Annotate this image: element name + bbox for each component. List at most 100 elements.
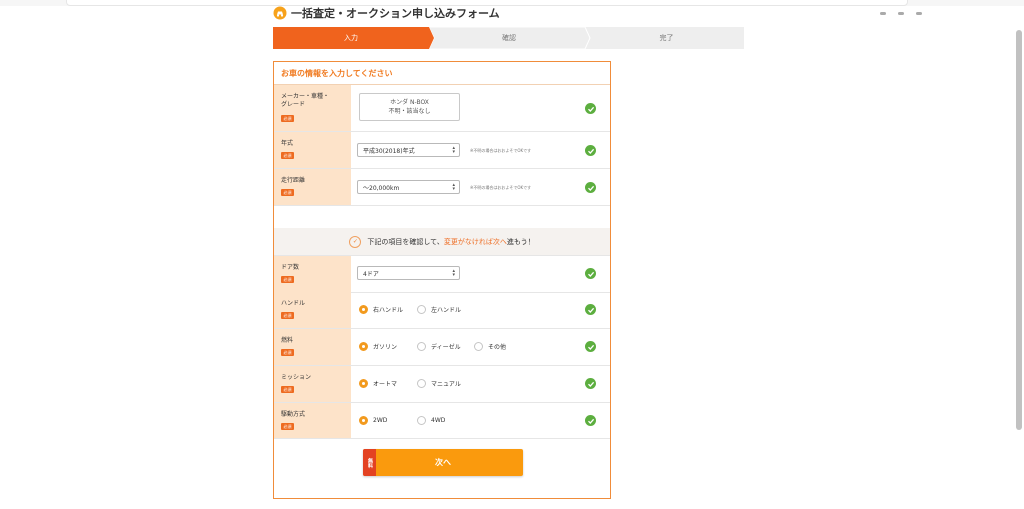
- check-icon: [585, 304, 596, 315]
- radio-unselected: [417, 305, 426, 314]
- required-badge: 必須: [281, 115, 294, 122]
- radio-selected: [359, 305, 368, 314]
- maker-select-box[interactable]: ホンダ N-BOX 不明・該当なし: [359, 93, 460, 121]
- mission-label: ミッション: [281, 374, 312, 381]
- select-arrows-icon: ▴ ▾: [452, 268, 455, 278]
- check-icon: [585, 103, 596, 114]
- year-label-cell: 年式 必須: [274, 132, 351, 168]
- option-label: ディーゼル: [431, 344, 461, 351]
- car-logo-icon: [273, 6, 287, 20]
- next-button-label: 次へ: [435, 458, 451, 467]
- step-confirm: 確認: [502, 34, 516, 42]
- maker-label-line2: グレード: [281, 101, 306, 108]
- mission-row: ミッション 必須 オートマ マニュアル: [274, 366, 610, 403]
- year-select[interactable]: 平成30(2018)年式 ▴ ▾: [357, 143, 460, 157]
- mileage-select[interactable]: 〜20,000km ▴ ▾: [357, 180, 460, 194]
- radio-selected: [359, 416, 368, 425]
- drive-label: 駆動方式: [281, 411, 306, 418]
- radio-unselected: [417, 379, 426, 388]
- required-badge: 必須: [281, 276, 294, 283]
- year-note: ※不明の場合はおおよそでOKです: [470, 148, 532, 153]
- next-button[interactable]: 無料 次へ: [363, 449, 523, 476]
- radio-unselected: [417, 342, 426, 351]
- mileage-label-cell: 走行距離 必須: [274, 169, 351, 205]
- toolbar-icons: [880, 0, 980, 15]
- browser-toolbar: [0, 0, 1024, 15]
- required-badge: 必須: [281, 386, 294, 393]
- option-label: 4WD: [431, 417, 446, 424]
- radio-unselected: [417, 416, 426, 425]
- handle-option-right[interactable]: 右ハンドル: [359, 305, 403, 314]
- required-badge: 必須: [281, 189, 294, 196]
- option-label: ガソリン: [373, 344, 398, 351]
- check-icon: [585, 182, 596, 193]
- mission-label-cell: ミッション 必須: [274, 366, 351, 402]
- select-arrows-icon: ▴ ▾: [452, 145, 455, 155]
- confirm-prefix: 下記の項目を確認して、: [367, 237, 444, 246]
- free-tag-text: 無料: [367, 457, 373, 468]
- doors-select[interactable]: 4ドア ▴ ▾: [357, 266, 460, 280]
- grade-value: 不明・該当なし: [388, 108, 431, 115]
- mileage-label: 走行距離: [281, 177, 306, 184]
- check-icon: [585, 268, 596, 279]
- drive-option-2wd[interactable]: 2WD: [359, 416, 387, 425]
- doors-label: ドア数: [281, 264, 300, 271]
- option-label: 2WD: [373, 417, 388, 424]
- check-icon: [585, 415, 596, 426]
- radio-selected: [359, 342, 368, 351]
- mileage-note: ※不明の場合はおおよそでOKです: [470, 185, 532, 190]
- mileage-select-value: 〜20,000km: [363, 184, 400, 192]
- required-badge: 必須: [281, 152, 294, 159]
- handle-row: ハンドル 必須 右ハンドル 左ハンドル: [274, 292, 610, 329]
- option-label: マニュアル: [431, 381, 461, 388]
- doors-row: ドア数 必須 4ドア ▴ ▾: [274, 255, 610, 293]
- fuel-option-diesel[interactable]: ディーゼル: [417, 342, 461, 351]
- mileage-row: 走行距離 必須 〜20,000km ▴ ▾ ※不明の場合はおおよそでOKです: [274, 169, 610, 206]
- select-arrows-icon: ▴ ▾: [452, 182, 455, 192]
- year-select-value: 平成30(2018)年式: [363, 147, 415, 155]
- car-info-form: お車の情報を入力してください メーカー・車種・ グレード 必須 ホンダ N-BO…: [273, 61, 611, 499]
- drive-option-4wd[interactable]: 4WD: [417, 416, 445, 425]
- confirm-banner: ✓ 下記の項目を確認して、 変更がなければ次へ 進もう！: [274, 228, 610, 255]
- mission-option-auto[interactable]: オートマ: [359, 379, 397, 388]
- fuel-label-cell: 燃料 必須: [274, 329, 351, 365]
- handle-option-left[interactable]: 左ハンドル: [417, 305, 461, 314]
- check-icon: [585, 145, 596, 156]
- scrollbar[interactable]: [1016, 30, 1022, 430]
- required-badge: 必須: [281, 312, 294, 319]
- check-icon: [585, 341, 596, 352]
- step-complete: 完了: [659, 34, 674, 42]
- year-label: 年式: [281, 140, 294, 147]
- radio-selected: [359, 379, 368, 388]
- page-title-text: 一括査定・オークション申し込みフォーム: [291, 7, 500, 20]
- section-title: お車の情報を入力してください: [274, 62, 610, 85]
- fuel-row: 燃料 必須 ガソリン ディーゼル その他: [274, 329, 610, 366]
- confirm-suffix: 進もう！: [506, 237, 535, 246]
- step-input: 入力: [344, 34, 358, 42]
- option-label: オートマ: [373, 381, 398, 388]
- drive-row: 駆動方式 必須 2WD 4WD: [274, 403, 610, 439]
- required-badge: 必須: [281, 349, 294, 356]
- page-title: 一括査定・オークション申し込みフォーム: [273, 5, 500, 21]
- maker-label-line1: メーカー・車種・: [281, 93, 330, 100]
- year-row: 年式 必須 平成30(2018)年式 ▴ ▾ ※不明の場合はおおよそでOKです: [274, 132, 610, 169]
- fuel-option-gasoline[interactable]: ガソリン: [359, 342, 397, 351]
- option-label: その他: [488, 344, 507, 351]
- handle-label: ハンドル: [281, 300, 306, 307]
- option-label: 左ハンドル: [431, 307, 462, 314]
- doors-label-cell: ドア数 必須: [274, 256, 351, 292]
- option-label: 右ハンドル: [373, 307, 404, 314]
- maker-value: ホンダ N-BOX: [390, 99, 429, 106]
- step-indicator: 入力 確認 完了: [273, 27, 744, 49]
- required-badge: 必須: [281, 423, 294, 430]
- drive-label-cell: 駆動方式 必須: [274, 403, 351, 438]
- maker-label: メーカー・車種・ グレード: [281, 93, 329, 109]
- handle-label-cell: ハンドル 必須: [274, 292, 351, 328]
- confirm-highlight: 変更がなければ次へ: [443, 237, 507, 246]
- mission-option-manual[interactable]: マニュアル: [417, 379, 461, 388]
- doors-select-value: 4ドア: [363, 270, 379, 278]
- fuel-option-other[interactable]: その他: [474, 342, 506, 351]
- radio-unselected: [474, 342, 483, 351]
- info-icon: ✓: [349, 235, 362, 248]
- fuel-label: 燃料: [281, 337, 294, 344]
